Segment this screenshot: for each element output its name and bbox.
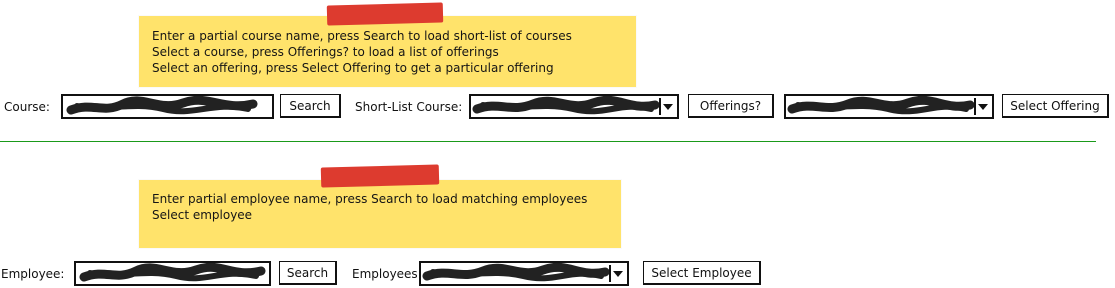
course-search-button[interactable]: Search [280, 94, 341, 118]
chevron-down-icon[interactable] [609, 265, 625, 282]
shortlist-course-label: Short-List Course: [355, 100, 463, 114]
note-tape [320, 164, 440, 188]
note-line: Select an offering, press Select Offerin… [152, 61, 554, 75]
chevron-down-icon[interactable] [974, 98, 990, 115]
redaction-scribble-icon [422, 263, 610, 282]
note-line: Select employee [152, 208, 253, 222]
section-divider [0, 141, 1096, 142]
employee-input[interactable] [74, 261, 271, 286]
employee-instructions-note: Enter partial employee name, press Searc… [139, 164, 621, 248]
employees-select[interactable] [419, 261, 629, 286]
note-line: Enter a partial course name, press Searc… [152, 29, 572, 43]
course-input[interactable] [61, 94, 274, 119]
select-employee-button[interactable]: Select Employee [643, 261, 761, 285]
chevron-down-icon[interactable] [659, 98, 675, 115]
employees-label: Employees: [352, 267, 422, 281]
select-offering-button[interactable]: Select Offering [1002, 94, 1109, 118]
employee-search-button[interactable]: Search [279, 261, 337, 285]
offerings-button[interactable]: Offerings? [688, 94, 774, 118]
note-line: Enter partial employee name, press Searc… [152, 192, 588, 206]
redaction-scribble-icon [79, 263, 266, 282]
note-line: Select a course, press Offerings? to loa… [152, 45, 499, 59]
course-label: Course: [4, 100, 50, 114]
redaction-scribble-icon [787, 96, 975, 115]
course-instructions-note: Enter a partial course name, press Searc… [139, 2, 636, 87]
redaction-scribble-icon [66, 96, 258, 115]
offering-select[interactable] [784, 94, 994, 119]
note-tape [326, 2, 444, 26]
employee-label: Employee: [1, 267, 65, 281]
shortlist-course-select[interactable] [469, 94, 679, 119]
redaction-scribble-icon [472, 96, 660, 115]
